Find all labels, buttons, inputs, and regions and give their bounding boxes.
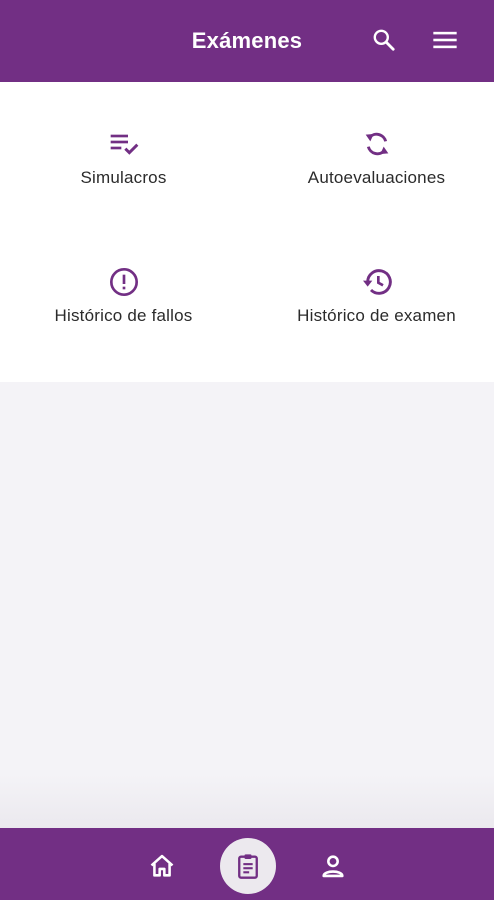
tile-autoevaluaciones[interactable]: Autoevaluaciones bbox=[253, 82, 494, 212]
nav-profile-button[interactable] bbox=[317, 850, 349, 882]
nav-home-button[interactable] bbox=[146, 850, 178, 882]
page-title: Exámenes bbox=[191, 28, 303, 53]
app-bar: Exámenes bbox=[0, 0, 494, 82]
search-icon bbox=[373, 29, 395, 51]
tile-label: Histórico de fallos bbox=[54, 306, 193, 325]
empty-content-area bbox=[0, 382, 494, 828]
tile-simulacros[interactable]: Simulacros bbox=[0, 82, 247, 212]
history-icon bbox=[362, 269, 392, 295]
playlist-check-icon bbox=[110, 134, 138, 155]
exam-options-grid: Simulacros Autoevaluaciones Histórico de… bbox=[0, 82, 494, 382]
bottom-navigation bbox=[0, 828, 494, 900]
tile-label: Simulacros bbox=[80, 168, 167, 187]
menu-icon bbox=[433, 31, 457, 49]
sync-icon bbox=[365, 132, 388, 156]
home-icon bbox=[150, 854, 174, 877]
clipboard-icon bbox=[238, 854, 258, 879]
tile-historico-examen[interactable]: Histórico de examen bbox=[253, 220, 494, 350]
alert-circle-icon bbox=[109, 268, 138, 296]
menu-button[interactable] bbox=[430, 25, 460, 55]
tile-label: Autoevaluaciones bbox=[307, 168, 446, 187]
search-button[interactable] bbox=[369, 25, 399, 55]
person-icon bbox=[322, 855, 344, 878]
tile-label: Histórico de examen bbox=[297, 306, 456, 325]
tile-historico-fallos[interactable]: Histórico de fallos bbox=[0, 220, 247, 350]
nav-exams-button[interactable] bbox=[220, 838, 276, 894]
